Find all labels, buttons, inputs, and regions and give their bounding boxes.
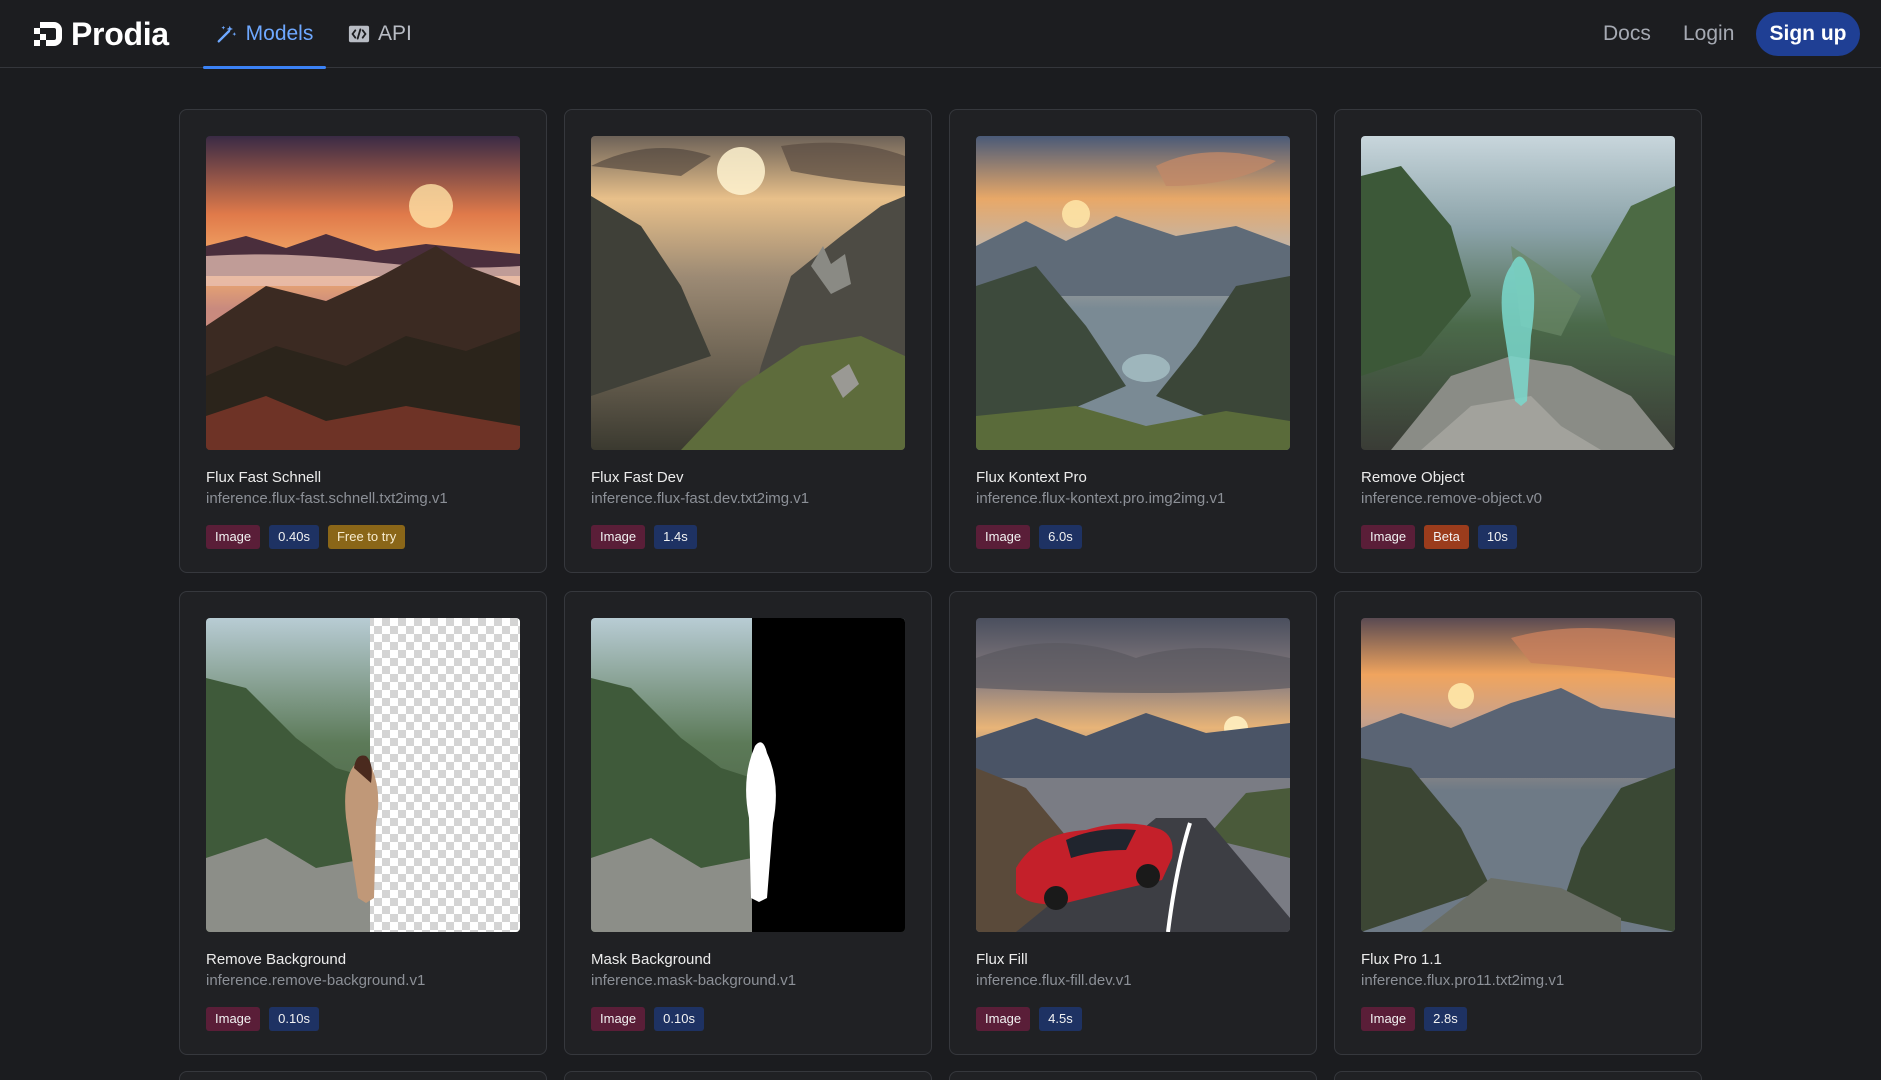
model-title: Flux Fill	[976, 951, 1028, 968]
type-badge: Image	[1361, 525, 1416, 549]
model-card[interactable]: Remove Object inference.remove-object.v0…	[1334, 109, 1702, 573]
background-mask-image	[591, 618, 905, 932]
tab-models-label: Models	[245, 22, 314, 45]
model-id: inference.flux-fill.dev.v1	[976, 972, 1132, 989]
model-id: inference.mask-background.v1	[591, 972, 797, 989]
latency-badge: 4.5s	[1039, 1007, 1082, 1031]
model-card[interactable]: Flux Fast Schnell inference.flux-fast.sc…	[179, 109, 547, 573]
type-badge: Image	[976, 525, 1031, 549]
model-title: Flux Fast Schnell	[206, 469, 322, 486]
tag-list: Image 2.8s	[1361, 1007, 1675, 1031]
tag-list: Image 1.4s	[591, 525, 905, 549]
signup-button[interactable]: Sign up	[1756, 12, 1860, 56]
tag-list: Image 0.10s	[591, 1007, 905, 1031]
model-thumbnail	[976, 136, 1290, 450]
wand-icon	[217, 25, 236, 43]
type-badge: Image	[206, 1007, 261, 1031]
latency-badge: 6.0s	[1039, 525, 1082, 549]
latency-badge: 2.8s	[1424, 1007, 1467, 1031]
tag-list: Image 0.10s	[206, 1007, 520, 1031]
latency-badge: 1.4s	[654, 525, 697, 549]
brand-name: Prodia	[71, 15, 169, 52]
model-card[interactable]: Remove Background inference.remove-backg…	[179, 591, 547, 1055]
latency-badge: 10s	[1477, 525, 1517, 549]
model-id: inference.flux-kontext.pro.img2img.v1	[976, 490, 1226, 507]
model-card-partial[interactable]	[179, 1071, 547, 1080]
model-thumbnail	[591, 618, 905, 932]
latency-badge: 0.40s	[269, 525, 319, 549]
model-grid: Flux Fast Schnell inference.flux-fast.sc…	[179, 109, 1702, 1055]
model-title: Flux Pro 1.1	[1361, 951, 1442, 968]
model-thumbnail	[976, 618, 1290, 932]
model-thumbnail	[1361, 618, 1675, 932]
model-card[interactable]: Flux Pro 1.1 inference.flux.pro11.txt2im…	[1334, 591, 1702, 1055]
model-card[interactable]: Flux Fast Dev inference.flux-fast.dev.tx…	[564, 109, 932, 573]
model-card[interactable]: Flux Kontext Pro inference.flux-kontext.…	[949, 109, 1317, 573]
model-card[interactable]: Flux Fill inference.flux-fill.dev.v1 Ima…	[949, 591, 1317, 1055]
tag-list: Image 0.40s Free to try	[206, 525, 520, 549]
sunlit-valley-image	[591, 136, 905, 450]
tag-list: Image Beta 10s	[1361, 525, 1675, 549]
brand-logo[interactable]: Prodia	[34, 16, 169, 52]
sunset-valley-image	[1361, 618, 1675, 932]
docs-link[interactable]: Docs	[1603, 0, 1651, 68]
model-id: inference.remove-object.v0	[1361, 490, 1542, 507]
mountain-lake-image	[976, 136, 1290, 450]
latency-badge: 0.10s	[654, 1007, 704, 1031]
type-badge: Image	[1361, 1007, 1416, 1031]
model-id: inference.flux.pro11.txt2img.v1	[1361, 972, 1565, 989]
model-card-partial[interactable]	[564, 1071, 932, 1080]
tab-api[interactable]: API	[348, 0, 412, 68]
login-link[interactable]: Login	[1683, 0, 1734, 68]
type-badge: Image	[591, 1007, 646, 1031]
model-title: Flux Fast Dev	[591, 469, 684, 486]
tab-models[interactable]: Models	[203, 0, 326, 69]
prodia-logo-icon	[34, 22, 62, 46]
latency-badge: 0.10s	[269, 1007, 319, 1031]
model-title: Remove Object	[1361, 469, 1465, 486]
model-title: Remove Background	[206, 951, 347, 968]
model-thumbnail	[1361, 136, 1675, 450]
model-title: Mask Background	[591, 951, 712, 968]
tab-api-label: API	[378, 22, 412, 45]
tag-list: Image 6.0s	[976, 525, 1290, 549]
model-card[interactable]: Mask Background inference.mask-backgroun…	[564, 591, 932, 1055]
model-card-partial[interactable]	[1334, 1071, 1702, 1080]
background-removed-image	[206, 618, 520, 932]
model-id: inference.flux-fast.schnell.txt2img.v1	[206, 490, 448, 507]
model-id: inference.flux-fast.dev.txt2img.v1	[591, 490, 810, 507]
object-mask-image	[1361, 136, 1675, 450]
sunset-mountain-image	[206, 136, 520, 450]
code-icon	[348, 25, 370, 43]
model-thumbnail	[206, 618, 520, 932]
beta-badge: Beta	[1424, 525, 1469, 549]
type-badge: Image	[206, 525, 261, 549]
type-badge: Image	[976, 1007, 1031, 1031]
model-id: inference.remove-background.v1	[206, 972, 426, 989]
top-nav: Prodia Models API Docs Login Sign up	[0, 0, 1881, 69]
type-badge: Image	[591, 525, 646, 549]
model-title: Flux Kontext Pro	[976, 469, 1087, 486]
free-badge: Free to try	[327, 525, 406, 549]
model-thumbnail	[206, 136, 520, 450]
model-thumbnail	[591, 136, 905, 450]
red-car-road-image	[976, 618, 1290, 932]
tag-list: Image 4.5s	[976, 1007, 1290, 1031]
model-card-partial[interactable]	[949, 1071, 1317, 1080]
